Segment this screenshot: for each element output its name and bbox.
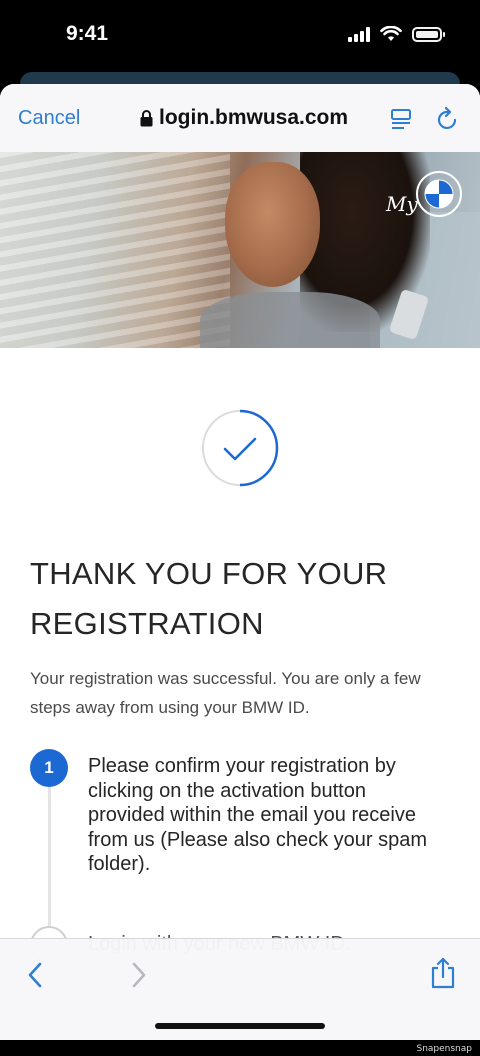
lock-icon: [140, 109, 153, 127]
status-icons: [348, 26, 445, 42]
wifi-icon: [380, 26, 402, 41]
battery-icon: [412, 26, 445, 42]
steps-timeline: [48, 764, 51, 934]
watermark: Snapensnap: [416, 1044, 472, 1054]
forward-icon[interactable]: [130, 961, 148, 989]
registration-description: Your registration was successful. You ar…: [30, 669, 421, 717]
browser-nav-bar: Cancel login.bmwusa.com: [0, 84, 480, 152]
page-title: THANK YOU FOR YOUR REGISTRATION: [30, 556, 388, 641]
status-bar: 9:41: [0, 0, 480, 72]
my-bmw-script: My: [386, 192, 418, 216]
share-icon[interactable]: [430, 957, 456, 989]
browser-sheet: Cancel login.bmwusa.com My THANK YOU FOR…: [0, 84, 480, 1040]
url-text: login.bmwusa.com: [159, 106, 349, 129]
reload-icon[interactable]: [437, 107, 459, 131]
success-check-icon: [202, 409, 279, 487]
home-indicator: [155, 1023, 325, 1029]
status-time: 9:41: [66, 22, 109, 45]
reader-mode-icon[interactable]: [390, 108, 412, 130]
cancel-button[interactable]: Cancel: [18, 107, 80, 130]
step-text: Please confirm your registration by clic…: [88, 755, 428, 875]
step-number-badge: 1: [30, 749, 68, 787]
hero-image: My: [0, 152, 480, 348]
bmw-logo-icon: [416, 171, 462, 217]
cellular-signal-icon: [348, 26, 370, 42]
browser-toolbar: [0, 938, 480, 1040]
address-bar[interactable]: login.bmwusa.com: [140, 106, 348, 130]
back-icon[interactable]: [26, 961, 44, 989]
